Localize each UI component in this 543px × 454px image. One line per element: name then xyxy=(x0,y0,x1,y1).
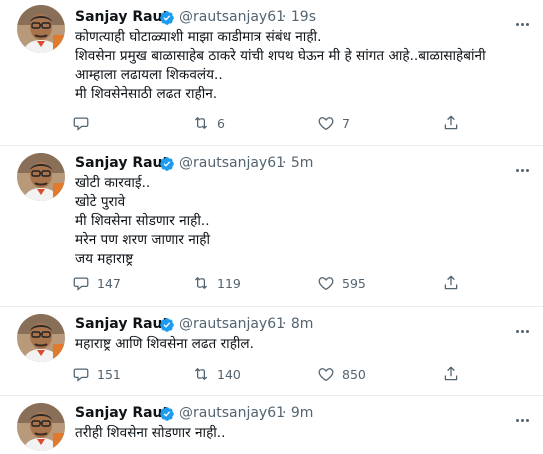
retweet-icon xyxy=(190,112,212,134)
tweet[interactable]: Sanjay Raut @rautsanjay61 · 5m खोटी कारव… xyxy=(0,146,543,306)
author-name[interactable]: Sanjay Raut xyxy=(75,9,169,25)
tweet-timestamp[interactable]: · 5m xyxy=(282,155,313,171)
tweet-text: खोटी कारवाई.. खोटे पुरावे मी शिवसेना सोड… xyxy=(75,174,525,269)
reply-button[interactable]: 151 xyxy=(70,363,121,385)
author-name[interactable]: Sanjay Raut xyxy=(75,155,169,171)
reply-icon xyxy=(70,272,92,294)
verified-badge-icon xyxy=(159,10,175,26)
author-handle[interactable]: @rautsanjay61 xyxy=(179,316,285,332)
tweet-text: तरीही शिवसेना सोडणार नाही.. xyxy=(75,424,525,443)
avatar[interactable] xyxy=(17,403,65,451)
retweet-button[interactable]: 140 xyxy=(190,363,241,385)
tweet[interactable]: Sanjay Raut @rautsanjay61 · 19s कोणत्याह… xyxy=(0,0,543,145)
retweet-count: 6 xyxy=(217,115,225,131)
reply-icon xyxy=(70,112,92,134)
like-button[interactable]: 7 xyxy=(315,112,350,134)
author-handle[interactable]: @rautsanjay61 xyxy=(179,405,285,421)
tweet-text-line: आम्हाला लढायला शिकवलंय.. xyxy=(75,67,223,83)
tweet-text-line: मी शिवसेनेसाठी लढत राहीन. xyxy=(75,86,218,102)
like-count: 595 xyxy=(342,275,366,291)
heart-icon xyxy=(315,272,337,294)
author-handle[interactable]: @rautsanjay61 xyxy=(179,155,285,171)
avatar[interactable] xyxy=(17,153,65,201)
tweet-text-line: शिवसेना प्रमुख बाळासाहेब ठाकरे यांची शपथ… xyxy=(75,48,486,64)
share-button[interactable] xyxy=(440,363,462,385)
like-button[interactable]: 850 xyxy=(315,363,366,385)
more-horizontal-icon[interactable] xyxy=(515,407,535,423)
tweet-timestamp[interactable]: · 8m xyxy=(282,316,313,332)
like-count: 7 xyxy=(342,115,350,131)
tweet-text: कोणत्याही घोटाळ्याशी माझा काडीमात्र संबं… xyxy=(75,28,525,104)
author-handle[interactable]: @rautsanjay61 xyxy=(179,9,285,25)
retweet-count: 119 xyxy=(217,275,241,291)
tweet-text-line: कोणत्याही घोटाळ्याशी माझा काडीमात्र संबं… xyxy=(75,29,322,45)
tweet-actions: 6 7 xyxy=(70,112,490,134)
tweet-text-line: जय महाराष्ट्र xyxy=(75,251,134,267)
tweet-text-line: खोटी कारवाई.. xyxy=(75,175,151,191)
tweet-text-line: महाराष्ट्र आणि शिवसेना लढत राहील. xyxy=(75,336,254,352)
like-count: 850 xyxy=(342,366,366,382)
retweet-count: 140 xyxy=(217,366,241,382)
tweet[interactable]: Sanjay Raut @rautsanjay61 · 8m महाराष्ट्… xyxy=(0,307,543,395)
tweet-timestamp[interactable]: · 9m xyxy=(282,405,313,421)
verified-badge-icon xyxy=(159,317,175,333)
tweet-actions: 151 140 850 xyxy=(70,363,490,385)
tweet[interactable]: Sanjay Raut @rautsanjay61 · 9m तरीही शिव… xyxy=(0,396,543,454)
avatar[interactable] xyxy=(17,5,65,53)
tweet-text-line: तरीही शिवसेना सोडणार नाही.. xyxy=(75,425,226,441)
share-icon xyxy=(440,272,462,294)
heart-icon xyxy=(315,363,337,385)
tweet-timestamp[interactable]: · 19s xyxy=(282,9,316,25)
reply-count: 151 xyxy=(97,366,121,382)
tweet-text-line: खोटे पुरावे xyxy=(75,194,126,210)
tweet-text-line: मी शिवसेना सोडणार नाही.. xyxy=(75,213,210,229)
retweet-button[interactable]: 119 xyxy=(190,272,241,294)
verified-badge-icon xyxy=(159,156,175,172)
share-button[interactable] xyxy=(440,112,462,134)
avatar[interactable] xyxy=(17,314,65,362)
like-button[interactable]: 595 xyxy=(315,272,366,294)
reply-icon xyxy=(70,363,92,385)
retweet-icon xyxy=(190,363,212,385)
more-horizontal-icon[interactable] xyxy=(515,11,535,27)
tweet-text: महाराष्ट्र आणि शिवसेना लढत राहील. xyxy=(75,335,525,354)
share-icon xyxy=(440,112,462,134)
verified-badge-icon xyxy=(159,406,175,422)
retweet-button[interactable]: 6 xyxy=(190,112,225,134)
more-horizontal-icon[interactable] xyxy=(515,157,535,173)
reply-count: 147 xyxy=(97,275,121,291)
heart-icon xyxy=(315,112,337,134)
reply-button[interactable] xyxy=(70,112,97,134)
more-horizontal-icon[interactable] xyxy=(515,318,535,334)
share-icon xyxy=(440,363,462,385)
tweet-actions: 147 119 595 xyxy=(70,272,490,294)
author-name[interactable]: Sanjay Raut xyxy=(75,405,169,421)
tweet-text-line: मरेन पण शरण जाणार नाही xyxy=(75,232,211,248)
retweet-icon xyxy=(190,272,212,294)
reply-button[interactable]: 147 xyxy=(70,272,121,294)
author-name[interactable]: Sanjay Raut xyxy=(75,316,169,332)
share-button[interactable] xyxy=(440,272,462,294)
